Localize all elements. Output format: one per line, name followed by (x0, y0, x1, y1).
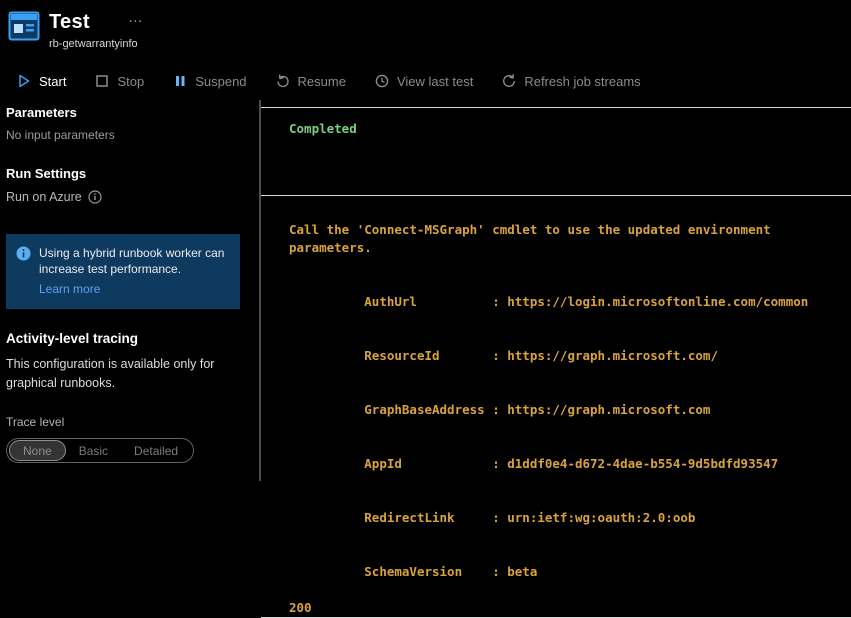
trace-option-none[interactable]: None (9, 440, 66, 461)
run-on-azure-row: Run on Azure (6, 190, 247, 204)
stream-entry: RedirectLinkurn:ietf:wg:oauth:2.0:oob (289, 491, 843, 545)
learn-more-link[interactable]: Learn more (39, 281, 100, 297)
job-status-text: Completed (289, 121, 357, 136)
job-output-console: Completed Call the 'Connect-MSGraph' cmd… (261, 107, 851, 618)
suspend-button[interactable]: Suspend (172, 73, 246, 89)
info-icon[interactable] (88, 190, 102, 204)
stop-button-label: Stop (117, 74, 144, 89)
trace-level-label: Trace level (6, 415, 247, 429)
settings-panel: Parameters No input parameters Run Setti… (0, 100, 261, 481)
command-bar: Start Stop Suspend Resume View last test… (0, 62, 851, 100)
stream-message: Call the 'Connect-MSGraph' cmdlet to use… (289, 221, 843, 257)
resume-button-label: Resume (298, 74, 346, 89)
parameters-empty-text: No input parameters (6, 128, 247, 142)
start-button-label: Start (39, 74, 66, 89)
stream-entry: ResourceIdhttps://graph.microsoft.com/ (289, 329, 843, 383)
stop-button[interactable]: Stop (94, 73, 144, 89)
info-filled-icon (16, 246, 31, 261)
pause-icon (172, 73, 188, 89)
title-block: Test … rb-getwarrantyinfo (49, 10, 144, 50)
hybrid-worker-info-box: Using a hybrid runbook worker can increa… (6, 234, 240, 309)
play-icon (16, 73, 32, 89)
runbook-name: rb-getwarrantyinfo (49, 38, 144, 50)
page-title: Test (49, 10, 90, 34)
test-blade-icon (8, 10, 40, 42)
info-box-text: Using a hybrid runbook worker can increa… (39, 245, 228, 297)
suspend-button-label: Suspend (195, 74, 246, 89)
more-actions-button[interactable]: … (128, 10, 144, 26)
refresh-icon (501, 73, 517, 89)
run-settings-heading: Run Settings (6, 166, 247, 181)
output-pane: Completed Call the 'Connect-MSGraph' cmd… (261, 100, 851, 481)
trace-option-detailed[interactable]: Detailed (121, 440, 191, 461)
parameters-heading: Parameters (6, 105, 247, 120)
history-icon (374, 73, 390, 89)
stream-trailing: 200 (289, 599, 843, 617)
refresh-job-streams-button[interactable]: Refresh job streams (501, 73, 640, 89)
stream-entry: GraphBaseAddresshttps://graph.microsoft.… (289, 383, 843, 437)
start-button[interactable]: Start (16, 73, 66, 89)
page-header: Test … rb-getwarrantyinfo (0, 0, 851, 62)
activity-tracing-description: This configuration is available only for… (6, 355, 236, 393)
stream-entry: AuthUrlhttps://login.microsoftonline.com… (289, 275, 843, 329)
view-last-test-label: View last test (397, 74, 473, 89)
job-stream-section: Call the 'Connect-MSGraph' cmdlet to use… (261, 196, 851, 617)
info-box-message: Using a hybrid runbook worker can increa… (39, 246, 224, 276)
main-area: Parameters No input parameters Run Setti… (0, 100, 851, 481)
trace-option-basic[interactable]: Basic (66, 440, 121, 461)
trace-level-toggle: None Basic Detailed (6, 438, 194, 463)
stream-entry: SchemaVersionbeta (289, 545, 843, 599)
activity-tracing-heading: Activity-level tracing (6, 331, 247, 346)
stop-icon (94, 73, 110, 89)
stream-entry: AppIdd1ddf0e4-d672-4dae-b554-9d5bdfd9354… (289, 437, 843, 491)
job-status-section: Completed (261, 108, 851, 196)
resume-icon (275, 73, 291, 89)
resume-button[interactable]: Resume (275, 73, 346, 89)
refresh-job-streams-label: Refresh job streams (524, 74, 640, 89)
run-on-azure-label: Run on Azure (6, 190, 82, 204)
view-last-test-button[interactable]: View last test (374, 73, 473, 89)
